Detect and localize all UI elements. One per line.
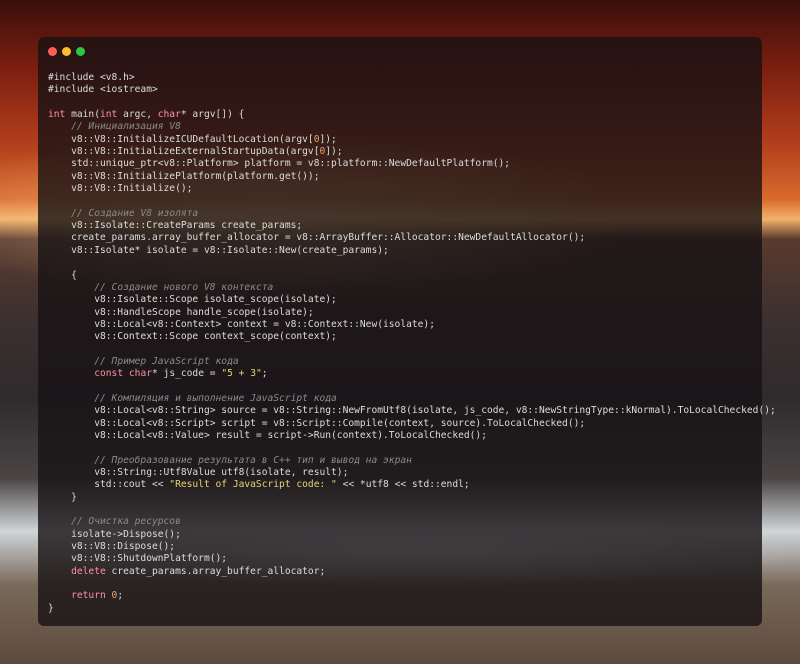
code-line: std::unique_ptr<v8::Platform> platform =… [48,158,511,170]
code-line: v8::Local<v8::Script> script = v8::Scrip… [48,417,586,429]
code-line: // Пример JavaScript кода [94,355,239,367]
code-line: v8::V8::InitializeICUDefaultLocation(arg… [48,133,337,145]
code-line: } [48,491,77,503]
code-line: v8::V8::InitializePlatform(platform.get(… [48,170,320,182]
code-line: ​ [48,442,776,454]
code-line: } [48,602,54,614]
code-line: v8::Context::Scope context_scope(context… [48,331,337,343]
code-line: v8::Isolate::CreateParams create_params; [48,220,303,232]
code-line: // Компиляция и выполнение JavaScript ко… [94,392,337,404]
code-line: v8::Local<v8::Value> result = script->Ru… [48,429,487,441]
code-line: // Создание нового V8 контекста [94,281,274,293]
code-line: ​ [48,344,776,356]
minimize-button[interactable] [62,47,71,56]
code-line: // Преобразование результата в C++ тип и… [94,454,412,466]
code-line: int main(int argc, char* argv[]) { [48,109,245,121]
code-line: const char* js_code = "5 + 3"; [94,368,268,380]
maximize-button[interactable] [76,47,85,56]
code-line: v8::HandleScope handle_scope(isolate); [48,306,314,318]
code-line: #include <iostream> [48,84,158,96]
code-line: return 0; [71,590,124,602]
code-line: v8::Local<v8::String> source = v8::Strin… [48,405,776,417]
code-line: // Создание V8 изолята [71,207,199,219]
code-line: v8::V8::InitializeExternalStartupData(ar… [48,146,343,158]
code-line: ​ [48,381,776,393]
code-line: v8::V8::Dispose(); [48,541,176,553]
code-line: ​ [48,195,776,207]
code-line: v8::String::Utf8Value utf8(isolate, resu… [48,467,349,478]
code-block: #include <v8.h>#include <iostream>​int m… [48,72,776,615]
close-button[interactable] [48,47,57,56]
code-line: v8::Isolate* isolate = v8::Isolate::New(… [48,244,389,256]
code-line: // Очистка ресурсов [71,516,181,528]
code-line: ​ [48,504,776,516]
code-line: std::cout << "Result of JavaScript code:… [48,479,470,491]
code-line: ​ [48,97,776,109]
code-line: // Инициализация V8 [71,121,181,133]
code-line: v8::Isolate::Scope isolate_scope(isolate… [48,294,337,306]
code-line: delete create_params.array_buffer_alloca… [71,565,326,577]
code-line: v8::V8::Initialize(); [48,183,193,195]
code-line: create_params.array_buffer_allocator = v… [48,232,586,244]
code-line: isolate->Dispose(); [48,528,181,540]
window-controls [48,47,85,56]
code-line: #include <v8.h> [48,72,135,83]
code-window: #include <v8.h>#include <iostream>​int m… [38,37,776,626]
code-line: v8::V8::ShutdownPlatform(); [48,553,228,565]
code-line: ​ [48,257,776,269]
code-line: ​ [48,578,776,590]
code-line: v8::Local<v8::Context> context = v8::Con… [48,318,435,330]
code-line: { [48,269,77,281]
